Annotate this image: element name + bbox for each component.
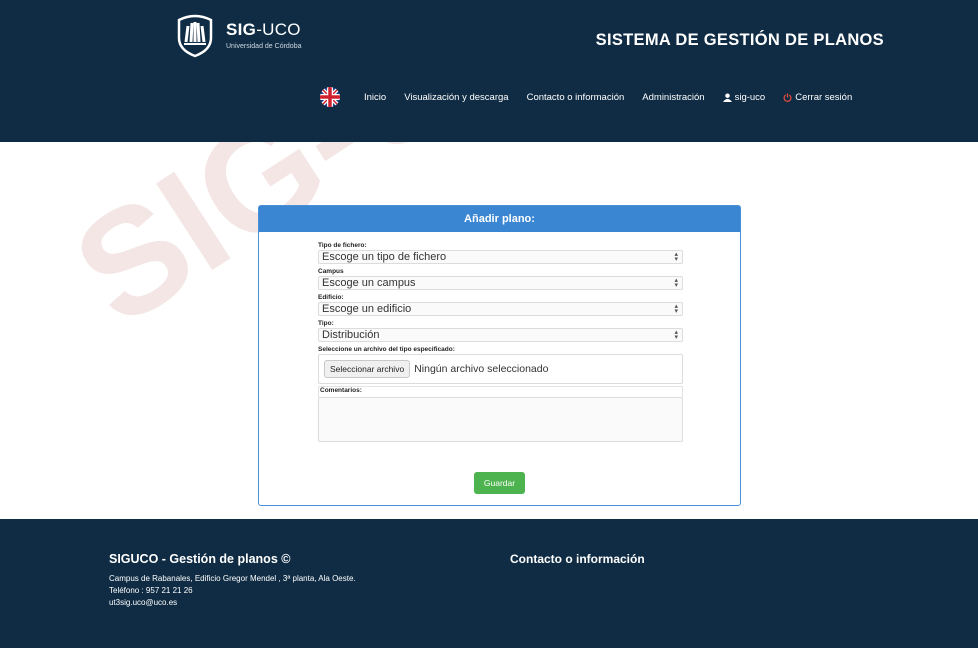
select-arrows-icon: ▴ ▾ <box>674 329 678 341</box>
nav-contacto[interactable]: Contacto o información <box>527 92 625 103</box>
footer-address: Campus de Rabanales, Edificio Gregor Men… <box>109 574 356 583</box>
nav-logout[interactable]: Cerrar sesión <box>783 92 852 103</box>
file-input: Seleccionar archivo Ningún archivo selec… <box>318 354 683 384</box>
type-label: Tipo: <box>318 320 334 327</box>
file-type-select[interactable]: Escoge un tipo de fichero ▴ ▾ <box>318 250 683 264</box>
campus-value: Escoge un campus <box>322 277 416 289</box>
building-label: Edificio: <box>318 294 344 301</box>
select-arrows-icon: ▴ ▾ <box>674 303 678 315</box>
campus-label: Campus <box>318 268 344 275</box>
comments-textarea[interactable] <box>318 397 683 442</box>
type-select[interactable]: Distribución ▴ ▾ <box>318 328 683 342</box>
nav-user[interactable]: sig-uco <box>722 91 766 103</box>
comments-label-row: Comentarios: <box>318 386 683 397</box>
select-arrows-icon: ▴ ▾ <box>674 251 678 263</box>
building-value: Escoge un edificio <box>322 303 412 315</box>
file-status: Ningún archivo seleccionado <box>414 363 549 375</box>
comments-label: Comentarios: <box>320 387 362 394</box>
footer-contact-title[interactable]: Contacto o información <box>510 552 645 566</box>
select-arrows-icon: ▴ ▾ <box>674 277 678 289</box>
footer-title: SIGUCO - Gestión de planos © <box>109 552 291 566</box>
nav-inicio[interactable]: Inicio <box>364 92 386 103</box>
power-icon <box>783 92 792 102</box>
campus-select[interactable]: Escoge un campus ▴ ▾ <box>318 276 683 290</box>
type-value: Distribución <box>322 329 380 341</box>
file-label: Seleccione un archivo del tipo especific… <box>318 346 455 353</box>
uk-flag-icon[interactable] <box>320 87 340 107</box>
building-select[interactable]: Escoge un edificio ▴ ▾ <box>318 302 683 316</box>
nav-user-label: sig-uco <box>734 91 766 103</box>
user-icon <box>722 92 732 102</box>
university-logo-icon[interactable] <box>175 14 215 58</box>
site-header: SIG-UCO Universidad de Córdoba SISTEMA D… <box>0 0 978 142</box>
brand-subtitle: Universidad de Córdoba <box>226 43 302 50</box>
select-file-button[interactable]: Seleccionar archivo <box>324 360 411 378</box>
footer-phone: Teléfono : 957 21 21 26 <box>109 586 193 595</box>
nav-administracion[interactable]: Administración <box>642 92 704 103</box>
file-type-value: Escoge un tipo de fichero <box>322 251 447 263</box>
brand[interactable]: SIG-UCO Universidad de Córdoba <box>226 20 302 50</box>
save-button[interactable]: Guardar <box>474 472 525 494</box>
nav-logout-label: Cerrar sesión <box>795 91 853 103</box>
add-plan-form: Tipo de fichero: Escoge un tipo de fiche… <box>318 242 683 442</box>
brand-name: SIG-UCO <box>226 20 301 39</box>
site-footer: SIGUCO - Gestión de planos © Campus de R… <box>0 519 978 648</box>
file-type-label: Tipo de fichero: <box>318 242 367 249</box>
footer-email[interactable]: ut3sig.uco@uco.es <box>109 598 177 607</box>
panel-heading: Añadir plano: <box>259 206 740 232</box>
nav-visualizacion[interactable]: Visualización y descarga <box>404 92 508 103</box>
main-nav: Inicio Visualización y descarga Contacto… <box>320 86 870 108</box>
add-plan-panel: Añadir plano: Tipo de fichero: Escoge un… <box>258 205 741 506</box>
system-title: SISTEMA DE GESTIÓN DE PLANOS <box>595 31 884 49</box>
